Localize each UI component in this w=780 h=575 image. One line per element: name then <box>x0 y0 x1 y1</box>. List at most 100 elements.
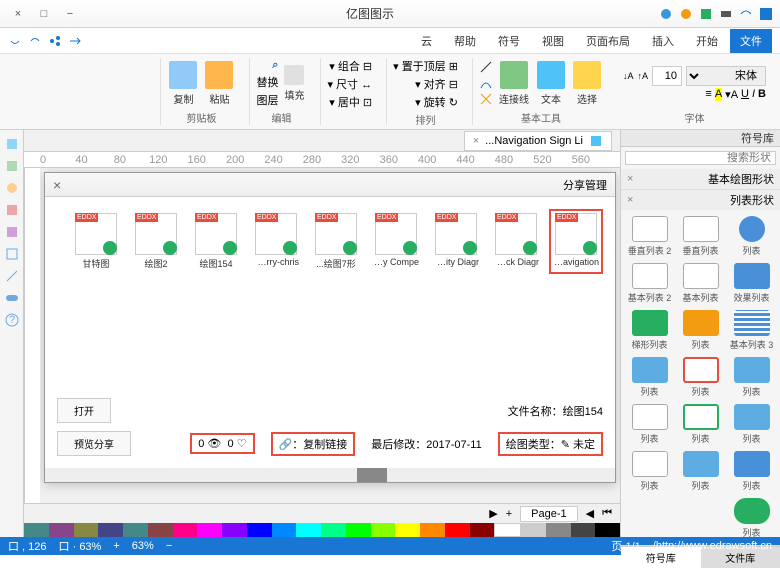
tool-icon[interactable] <box>4 246 20 262</box>
redo-icon[interactable] <box>8 34 22 48</box>
tool-icon[interactable] <box>4 224 20 240</box>
undo2-icon[interactable] <box>28 34 42 48</box>
save-icon[interactable] <box>758 6 774 22</box>
undo-icon[interactable] <box>738 6 754 22</box>
maximize-button[interactable]: □ <box>32 5 56 23</box>
shape-item[interactable]: 列表 <box>678 451 723 492</box>
bold-button[interactable]: B <box>758 88 766 101</box>
file-item[interactable]: EDDXCity Diagr... <box>429 209 483 274</box>
close-icon[interactable]: × <box>627 173 633 185</box>
shape-item[interactable]: 列表 <box>729 498 774 539</box>
search-input[interactable] <box>625 151 776 165</box>
tool-icon[interactable] <box>4 268 20 284</box>
tool-icon[interactable] <box>4 290 20 306</box>
x-icon[interactable] <box>479 92 493 106</box>
nav-first-icon[interactable]: ⏮ <box>602 507 612 520</box>
file-item[interactable]: EDDX绘图7形... <box>309 209 363 274</box>
tab-home[interactable]: 开始 <box>686 29 728 53</box>
text-button[interactable]: 文本 <box>535 59 567 108</box>
tab-view[interactable]: 视图 <box>532 29 574 53</box>
color-palette[interactable] <box>24 523 620 537</box>
print-icon[interactable] <box>718 6 734 22</box>
section-header-1[interactable]: 基本绘图形状× <box>621 169 780 189</box>
tab-page[interactable]: 页面布局 <box>576 29 640 53</box>
close-icon[interactable]: × <box>627 194 633 206</box>
font-dec-icon[interactable]: A↓ <box>623 71 634 81</box>
shape-item[interactable]: 梯形列表 <box>627 310 672 351</box>
close-button[interactable]: × <box>6 5 30 23</box>
zoom-out-icon[interactable]: − <box>166 540 172 552</box>
tab-symbol[interactable]: 符号 <box>488 29 530 53</box>
replace-button[interactable]: 替换 <box>256 74 278 90</box>
export-icon[interactable] <box>698 6 714 22</box>
shape-item[interactable]: 列表 <box>729 451 774 492</box>
shape-item[interactable]: 列表 <box>627 404 672 445</box>
tool-icon[interactable] <box>4 158 20 174</box>
shape-item[interactable]: 列表 <box>678 404 723 445</box>
font-size-input[interactable] <box>652 66 682 86</box>
close-icon[interactable]: × <box>53 177 61 193</box>
shape-item[interactable]: 列表 <box>678 310 723 351</box>
shape-item[interactable]: 列表 <box>729 404 774 445</box>
select-button[interactable]: 选择 <box>571 59 603 108</box>
shape-item[interactable]: 列表 <box>678 357 723 398</box>
font-inc-icon[interactable]: A↑ <box>637 71 648 81</box>
file-item[interactable]: EDDXCity Compe... <box>369 209 423 274</box>
file-item[interactable]: EDDXmerry-chris... <box>249 209 303 274</box>
find-button[interactable]: ⌕ <box>256 59 278 72</box>
tool-icon[interactable] <box>4 180 20 196</box>
highlight-icon[interactable]: A <box>715 88 722 101</box>
preview-button[interactable]: 预览分享 <box>57 431 131 456</box>
info-link[interactable]: 复制链接：🔗 <box>271 432 356 456</box>
tool-icon[interactable]: ? <box>4 312 20 328</box>
size-button[interactable]: ↔ 尺寸 ▾ <box>327 76 372 92</box>
shape-item[interactable]: 垂直列表 <box>678 216 723 257</box>
scrollbar-thumb[interactable] <box>357 468 387 482</box>
font-color-icon[interactable]: A▾ <box>725 88 738 101</box>
curve-icon[interactable] <box>479 76 493 90</box>
edit-icon[interactable]: ✎ <box>561 439 570 451</box>
tab-file[interactable]: 文件 <box>730 29 772 53</box>
paste-button[interactable]: 粘贴 <box>203 59 235 108</box>
canvas[interactable]: 分享管理 × EDDXNavigation ... EDDXRack Diagr… <box>40 168 620 503</box>
tab-insert[interactable]: 插入 <box>642 29 684 53</box>
tool-icon[interactable] <box>4 202 20 218</box>
tab-cloud[interactable]: 云 <box>411 29 442 53</box>
connect-button[interactable]: 连接线 <box>497 59 531 108</box>
file-item[interactable]: EDDXRack Diagr... <box>489 209 543 274</box>
file-item[interactable]: EDDX甘特图 <box>69 209 123 274</box>
shape-item[interactable]: 垂直列表 2 <box>627 216 672 257</box>
share-icon[interactable] <box>48 34 62 48</box>
shape-item[interactable]: 基本列表 2 <box>627 263 672 304</box>
open-button[interactable]: 打开 <box>57 398 111 423</box>
file-item[interactable]: EDDXNavigation ... <box>549 209 603 274</box>
cloud-icon[interactable] <box>678 6 694 22</box>
shape-item[interactable]: 列表 <box>627 451 672 492</box>
align-icon[interactable]: ≡ <box>705 88 711 101</box>
file-item[interactable]: EDDX绘图2 <box>129 209 183 274</box>
shape-item[interactable]: 效果列表 <box>729 263 774 304</box>
section-header-2[interactable]: 列表形状× <box>621 190 780 210</box>
italic-button[interactable]: I <box>752 88 755 101</box>
arrow-icon[interactable] <box>68 34 82 48</box>
tab-help[interactable]: 帮助 <box>444 29 486 53</box>
layer-button[interactable]: 图层 <box>256 92 278 108</box>
center-button[interactable]: ⊡ 居中 ▾ <box>329 94 372 110</box>
align-button[interactable]: ⊟ 对齐 ▾ <box>415 76 458 92</box>
fill-button[interactable]: 填充 <box>282 63 306 104</box>
doc-tab[interactable]: Navigation Sign Li... × <box>464 131 612 151</box>
shape-item[interactable]: 列表 <box>627 357 672 398</box>
shape-item[interactable]: 基本列表 <box>678 263 723 304</box>
tool-icon[interactable] <box>4 136 20 152</box>
shape-item[interactable]: 列表 <box>729 216 774 257</box>
shape-item[interactable]: 列表 <box>729 357 774 398</box>
copy-button[interactable]: 复制 <box>167 59 199 108</box>
underline-button[interactable]: U <box>741 88 749 101</box>
add-page-icon[interactable]: + <box>506 508 512 520</box>
group-button[interactable]: ⊞ 置于顶层 ▾ <box>393 58 458 74</box>
help-icon[interactable] <box>658 6 674 22</box>
font-select[interactable]: 宋体 <box>686 66 766 86</box>
file-item[interactable]: EDDX绘图154 <box>189 209 243 274</box>
line-icon[interactable] <box>479 60 493 74</box>
ungroup-button[interactable]: ⊟ 组合 ▾ <box>329 58 372 74</box>
